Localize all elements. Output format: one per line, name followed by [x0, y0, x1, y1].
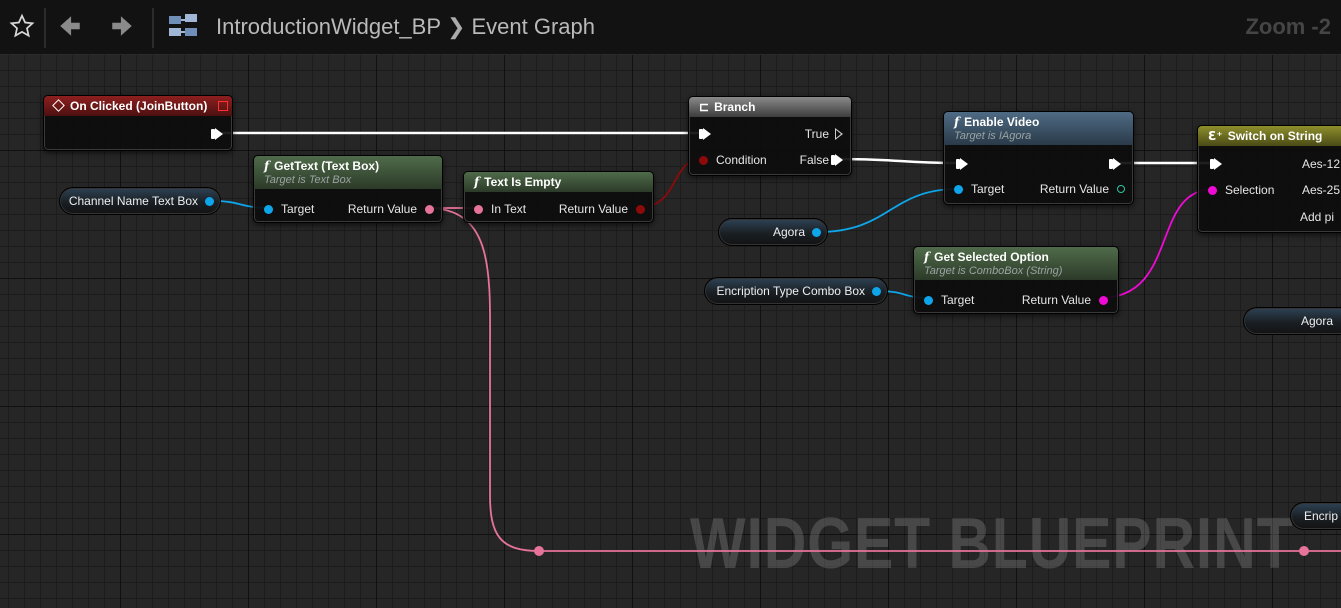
target-input-pin[interactable]: Target	[264, 202, 314, 216]
reroute-knot	[1299, 546, 1309, 556]
node-header: f Get Selected Option Target is ComboBox …	[914, 247, 1118, 280]
chevron-right-icon: ❯	[447, 14, 466, 39]
node-header: f Enable Video Target is IAgora	[944, 112, 1133, 145]
false-exec-output-pin[interactable]: False	[800, 153, 843, 167]
node-title: On Clicked (JoinButton)	[70, 99, 208, 113]
node-on-clicked-event[interactable]: On Clicked (JoinButton)	[43, 95, 233, 151]
var-label: Encription Type Combo Box	[716, 284, 865, 298]
node-header: f GetText (Text Box) Target is Text Box	[254, 156, 442, 189]
node-header: ⊏ Branch	[689, 97, 851, 117]
function-icon: f	[474, 175, 480, 189]
node-switch-on-string[interactable]: Ɛ⁺ Switch on String Aes-12 Selection Aes-…	[1197, 125, 1341, 233]
var-agora-right[interactable]: Agora	[1243, 307, 1341, 335]
node-subtitle: Target is IAgora	[954, 130, 1032, 142]
var-label: Agora	[1301, 314, 1334, 328]
node-title: GetText (Text Box)	[274, 159, 380, 173]
object-output-pin[interactable]	[872, 286, 881, 296]
var-encription-type-combo-box[interactable]: Encription Type Combo Box	[704, 277, 888, 305]
toolbar-divider	[152, 8, 154, 48]
case-output-pin[interactable]: Aes-12	[1302, 157, 1340, 171]
object-wire	[817, 188, 959, 233]
breadcrumb-graph[interactable]: Event Graph	[471, 14, 595, 39]
reroute-knot	[534, 546, 544, 556]
selection-input-pin[interactable]: Selection	[1208, 183, 1274, 197]
var-agora[interactable]: Agora	[718, 218, 828, 246]
forward-arrow-icon[interactable]	[108, 10, 136, 42]
function-icon: f	[954, 115, 960, 129]
object-output-pin[interactable]	[812, 227, 821, 237]
return-value-pin[interactable]: Return Value	[1040, 182, 1125, 196]
return-value-pin[interactable]: Return Value	[559, 202, 645, 216]
favorite-star-icon[interactable]	[8, 10, 36, 42]
toolbar: IntroductionWidget_BP ❯ Event Graph Zoom -…	[0, 0, 1341, 55]
return-value-pin[interactable]: Return Value	[348, 202, 434, 216]
node-title: Switch on String	[1227, 129, 1323, 143]
var-label: Encrip	[1304, 509, 1339, 523]
node-title: Enable Video	[964, 115, 1040, 129]
breadcrumb-blueprint[interactable]: IntroductionWidget_BP	[216, 14, 441, 39]
event-diamond-icon	[52, 99, 65, 112]
exec-input-pin[interactable]	[1210, 158, 1222, 170]
add-pin-button[interactable]: Add pi	[1300, 210, 1334, 224]
node-header: f Text Is Empty	[464, 172, 653, 192]
switch-icon: Ɛ⁺	[1208, 129, 1223, 143]
branch-icon: ⊏	[699, 100, 710, 114]
node-branch[interactable]: ⊏ Branch True Condition False	[688, 96, 852, 176]
var-label: Channel Name Text Box	[68, 194, 198, 208]
node-text-is-empty[interactable]: f Text Is Empty In Text Return Value	[463, 171, 654, 223]
condition-input-pin[interactable]: Condition	[699, 153, 767, 167]
var-label: Agora	[772, 225, 805, 239]
node-header: Ɛ⁺ Switch on String	[1198, 126, 1341, 146]
node-title: Branch	[714, 100, 756, 114]
in-text-input-pin[interactable]: In Text	[474, 202, 526, 216]
node-get-text[interactable]: f GetText (Text Box) Target is Text Box T…	[253, 155, 443, 223]
zoom-level: Zoom -2	[1245, 14, 1331, 39]
target-input-pin[interactable]: Target	[954, 182, 1004, 196]
return-value-pin[interactable]: Return Value	[1022, 293, 1108, 307]
exec-wire	[839, 157, 959, 165]
toolbar-divider	[44, 8, 46, 48]
exec-input-pin[interactable]	[699, 128, 711, 140]
case-output-pin[interactable]: Aes-25	[1302, 183, 1340, 197]
back-arrow-icon[interactable]	[56, 10, 84, 42]
object-output-pin[interactable]	[205, 196, 214, 206]
function-icon: f	[264, 159, 270, 173]
blueprint-graph-icon	[166, 10, 200, 42]
exec-input-pin[interactable]	[956, 158, 968, 170]
node-title: Get Selected Option	[934, 250, 1049, 264]
var-channel-name-text-box[interactable]: Channel Name Text Box	[59, 187, 221, 215]
text-wire	[426, 207, 1341, 552]
node-subtitle: Target is ComboBox (String)	[924, 265, 1063, 277]
node-subtitle: Target is Text Box	[264, 174, 352, 186]
node-title: Text Is Empty	[484, 175, 562, 189]
node-get-selected-option[interactable]: f Get Selected Option Target is ComboBox …	[913, 246, 1119, 314]
true-exec-output-pin[interactable]: True	[805, 127, 843, 141]
var-encrip-partial[interactable]: Encrip	[1290, 502, 1341, 530]
node-header: On Clicked (JoinButton)	[44, 96, 232, 116]
exec-output-pin[interactable]	[1109, 158, 1121, 170]
node-enable-video[interactable]: f Enable Video Target is IAgora Target Re…	[943, 111, 1134, 205]
function-icon: f	[924, 250, 930, 264]
delegate-pin-icon[interactable]	[218, 101, 228, 111]
target-input-pin[interactable]: Target	[924, 293, 974, 307]
graph-canvas[interactable]: WIDGET BLUEPRINT On Clicked (JoinButton)	[0, 55, 1341, 608]
breadcrumb: IntroductionWidget_BP ❯ Event Graph	[216, 14, 595, 40]
exec-output-pin[interactable]	[211, 128, 223, 140]
